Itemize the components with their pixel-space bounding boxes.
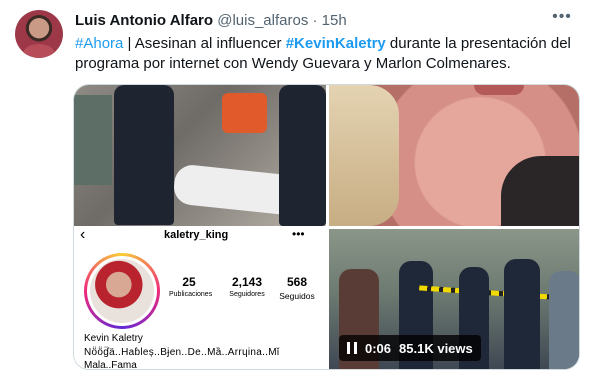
profile-bio-line-2: Mala..Fama: [84, 360, 137, 370]
video-views: 85.1K views: [399, 340, 473, 356]
profile-avatar: [84, 253, 160, 329]
media-image-closeup[interactable]: [329, 85, 579, 226]
background-bench: [74, 95, 112, 185]
author-avatar[interactable]: [15, 10, 63, 58]
more-options-icon[interactable]: •••: [550, 8, 574, 28]
hashtag-ahora[interactable]: #Ahora: [75, 35, 123, 52]
tweet-text-segment-1: | Asesinan al influencer: [123, 35, 286, 52]
tweet-text: #Ahora | Asesinan al influencer #KevinKa…: [75, 34, 575, 74]
profile-display-name: Kevin Kaletry: [84, 333, 143, 344]
police-officer-figure: [114, 85, 174, 225]
author-handle[interactable]: @luis_alfaros: [217, 12, 308, 29]
media-image-arrest-scene[interactable]: [74, 85, 326, 226]
video-duration: 0:06: [365, 340, 392, 356]
media-image-instagram-profile[interactable]: ‹ kaletry_king ••• 25 Publicaciones 2,14…: [74, 229, 326, 370]
police-officer-figure: [504, 259, 540, 369]
lips-shape: [474, 85, 524, 95]
shadow-shape: [501, 156, 579, 226]
stat-posts-value: 25: [182, 275, 196, 289]
stat-followers-value: 2,143: [231, 275, 263, 289]
hair-shape: [329, 85, 399, 226]
chevron-left-icon: ‹: [80, 229, 86, 243]
police-officer-figure: [279, 85, 326, 226]
media-video-crime-scene[interactable]: 0:06 85.1K views: [329, 229, 579, 369]
stat-following: 568 Seguidos: [274, 275, 320, 301]
stat-followers-label: Seguidores: [229, 291, 265, 298]
media-grid: ‹ kaletry_king ••• 25 Publicaciones 2,14…: [73, 84, 580, 370]
more-horizontal-icon: •••: [292, 229, 305, 241]
pause-icon[interactable]: [347, 342, 357, 354]
header-separator: ·: [312, 12, 318, 29]
tweet-timestamp[interactable]: 15h: [322, 12, 347, 29]
profile-username: kaletry_king: [164, 229, 229, 241]
profile-bio-line-1: Nö̈ö̈ɠ̈ä..Haɓleș..Bɉen..De..Mȁ..Arrɥina.…: [84, 347, 280, 358]
paramedic-figure: [222, 93, 267, 133]
tweet-header: Luis Antonio Alfaro @luis_alfaros · 15h: [75, 12, 347, 29]
video-controls-pill[interactable]: 0:06 85.1K views: [339, 335, 481, 361]
stat-following-value: 568: [286, 275, 308, 289]
stat-followers: 2,143 Seguidores: [222, 275, 272, 298]
hashtag-kevinkaletry[interactable]: #KevinKaletry: [286, 35, 386, 52]
stat-posts-label: Publicaciones: [169, 291, 213, 298]
bystander-figure: [549, 271, 579, 369]
stat-following-label: Seguidos: [279, 291, 315, 301]
author-name[interactable]: Luis Antonio Alfaro: [75, 12, 213, 29]
stat-posts: 25 Publicaciones: [169, 275, 213, 298]
